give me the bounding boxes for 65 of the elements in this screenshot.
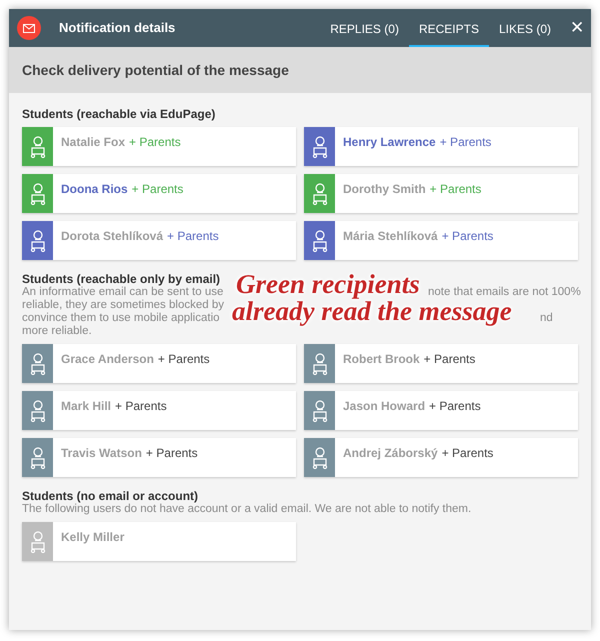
- student-icon: [312, 400, 328, 422]
- student-card[interactable]: Mária Stehlíková + Parents: [304, 221, 578, 260]
- student-name: Jason Howard: [343, 399, 426, 413]
- student-icon: [30, 352, 46, 374]
- student-card[interactable]: Mark Hill + Parents: [22, 391, 296, 430]
- student-card[interactable]: Travis Watson + Parents: [22, 438, 296, 477]
- student-icon: [30, 136, 46, 158]
- parents-label: + Parents: [158, 352, 210, 366]
- student-card[interactable]: Andrej Záborský + Parents: [304, 438, 578, 477]
- envelope-icon: [17, 16, 41, 40]
- student-icon: [312, 230, 328, 252]
- student-name: Kelly Miller: [61, 530, 124, 544]
- student-name: Travis Watson: [61, 446, 142, 460]
- student-name: Henry Lawrence: [343, 135, 436, 149]
- note-text: An informative email can be sent to use: [22, 286, 224, 298]
- student-icon: [312, 182, 328, 204]
- student-name: Mark Hill: [61, 399, 112, 413]
- annotation-text: Green recipients: [236, 269, 420, 299]
- student-card[interactable]: Grace Anderson + Parents: [22, 344, 296, 383]
- parents-label: + Parents: [442, 229, 494, 243]
- student-name: Grace Anderson: [61, 352, 154, 366]
- student-name: Andrej Záborský: [343, 446, 438, 460]
- note-text: convince them to use mobile applicatio: [22, 312, 220, 324]
- parents-label: + Parents: [129, 135, 181, 149]
- parents-label: + Parents: [430, 182, 482, 196]
- section-title: Students (no email or account): [22, 489, 198, 503]
- student-icon: [312, 136, 328, 158]
- note-text: note that emails are not 100%: [428, 286, 581, 299]
- student-name: Natalie Fox: [61, 135, 126, 149]
- student-name: Dorothy Smith: [343, 182, 426, 196]
- parents-label: + Parents: [424, 352, 476, 366]
- close-button[interactable]: ✕: [563, 9, 591, 47]
- student-card[interactable]: Doona Rios + Parents: [22, 174, 296, 213]
- student-name: Dorota Stehlíková: [61, 229, 164, 243]
- window-title: Notification details: [59, 19, 176, 38]
- student-icon: [312, 446, 328, 468]
- student-icon: [30, 400, 46, 422]
- note-text: nd: [540, 312, 553, 325]
- student-icon: [30, 530, 46, 552]
- parents-label: + Parents: [115, 399, 167, 413]
- parents-label: + Parents: [440, 135, 492, 149]
- tab[interactable]: REPLIES (0): [320, 9, 409, 47]
- student-name: Robert Brook: [343, 352, 420, 366]
- student-card[interactable]: Jason Howard + Parents: [304, 391, 578, 430]
- parents-label: + Parents: [429, 399, 481, 413]
- subheader-title: Check delivery potential of the message: [22, 60, 289, 80]
- student-card[interactable]: Henry Lawrence + Parents: [304, 127, 578, 166]
- student-name: Doona Rios: [61, 182, 128, 196]
- parents-label: + Parents: [146, 446, 198, 460]
- section-title: Students (reachable only by email): [22, 272, 220, 286]
- student-icon: [30, 230, 46, 252]
- student-name: Mária Stehlíková: [343, 229, 438, 243]
- parents-label: + Parents: [132, 182, 184, 196]
- note-text: more reliable.: [22, 325, 92, 338]
- student-card[interactable]: Robert Brook + Parents: [304, 344, 578, 383]
- tab[interactable]: LIKES (0): [488, 9, 561, 47]
- note-text: reliable, they are sometimes blocked by: [22, 299, 224, 312]
- note-text: The following users do not have account or a valid email. We are not able to notify them.: [22, 503, 472, 516]
- parents-label: + Parents: [442, 446, 494, 460]
- student-icon: [30, 446, 46, 468]
- student-card[interactable]: Dorota Stehlíková + Parents: [22, 221, 296, 260]
- parents-label: + Parents: [167, 229, 219, 243]
- student-icon: [30, 182, 46, 204]
- student-icon: [312, 352, 328, 374]
- section-title: Students (reachable via EduPage): [22, 107, 216, 121]
